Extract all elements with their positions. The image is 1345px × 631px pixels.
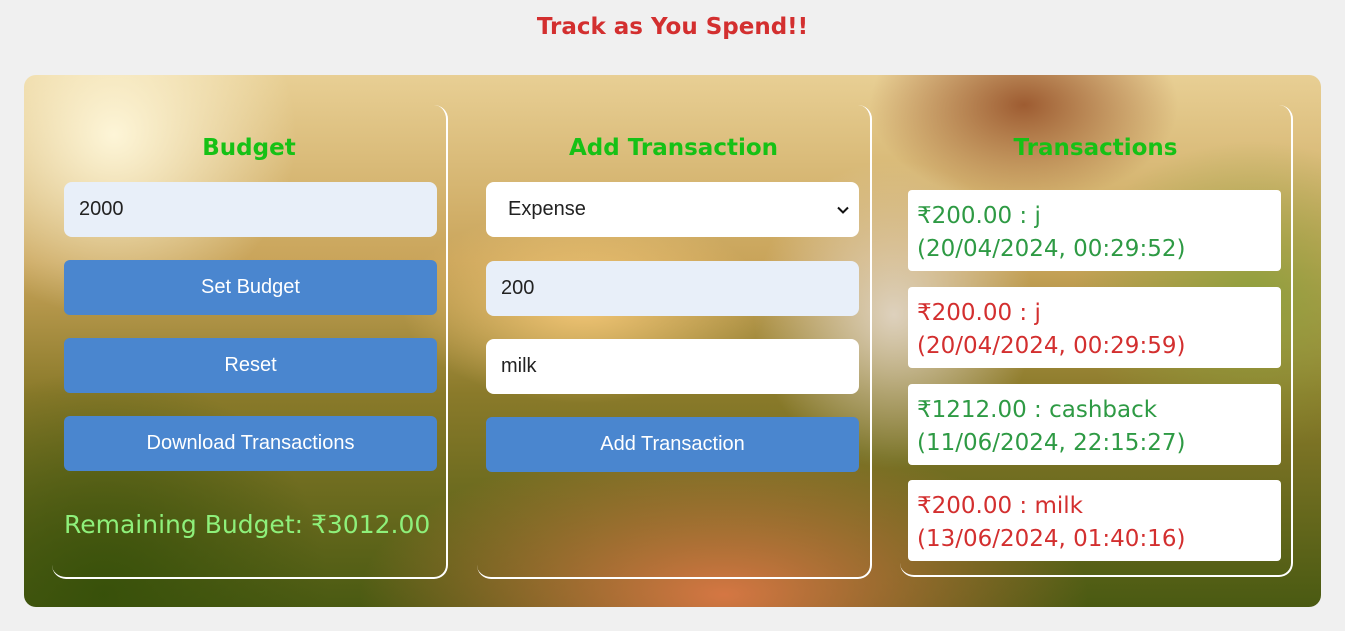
transactions-card: Transactions ₹200.00 : j (20/04/2024, 00… bbox=[900, 105, 1293, 577]
transaction-amount-desc: ₹200.00 : j bbox=[917, 203, 1041, 229]
transaction-timestamp: (13/06/2024, 01:40:16) bbox=[917, 526, 1186, 552]
transaction-item: ₹200.00 : milk (13/06/2024, 01:40:16) bbox=[908, 480, 1281, 561]
budget-input[interactable]: 2000 bbox=[64, 182, 437, 237]
transactions-title: Transactions bbox=[1013, 135, 1178, 161]
transaction-item: ₹1212.00 : cashback (11/06/2024, 22:15:2… bbox=[908, 384, 1281, 465]
add-transaction-button[interactable]: Add Transaction bbox=[486, 417, 859, 472]
reset-button[interactable]: Reset bbox=[64, 338, 437, 393]
transaction-type-value: Expense bbox=[508, 198, 586, 220]
amount-input[interactable]: 200 bbox=[486, 261, 859, 316]
transaction-timestamp: (20/04/2024, 00:29:52) bbox=[917, 236, 1186, 262]
transaction-timestamp: (20/04/2024, 00:29:59) bbox=[917, 333, 1186, 359]
transaction-type-select[interactable]: Expense bbox=[486, 182, 859, 237]
transaction-timestamp: (11/06/2024, 22:15:27) bbox=[917, 430, 1186, 456]
transaction-item: ₹200.00 : j (20/04/2024, 00:29:59) bbox=[908, 287, 1281, 368]
budget-card: Budget 2000 Set Budget Reset Download Tr… bbox=[52, 105, 448, 579]
add-transaction-card: Add Transaction Expense 200 milk Add Tra… bbox=[477, 105, 872, 579]
remaining-budget: Remaining Budget: ₹3012.00 bbox=[64, 510, 431, 539]
transaction-amount-desc: ₹1212.00 : cashback bbox=[917, 397, 1158, 423]
transaction-amount-desc: ₹200.00 : milk bbox=[917, 493, 1083, 519]
budget-title: Budget bbox=[202, 135, 296, 161]
transaction-item: ₹200.00 : j (20/04/2024, 00:29:52) bbox=[908, 190, 1281, 271]
add-transaction-title: Add Transaction bbox=[568, 135, 779, 161]
set-budget-button[interactable]: Set Budget bbox=[64, 260, 437, 315]
chevron-down-icon bbox=[837, 206, 849, 214]
main-panel: Budget 2000 Set Budget Reset Download Tr… bbox=[24, 75, 1321, 607]
page-title: Track as You Spend!! bbox=[536, 14, 809, 40]
transaction-amount-desc: ₹200.00 : j bbox=[917, 300, 1041, 326]
description-input[interactable]: milk bbox=[486, 339, 859, 394]
download-transactions-button[interactable]: Download Transactions bbox=[64, 416, 437, 471]
